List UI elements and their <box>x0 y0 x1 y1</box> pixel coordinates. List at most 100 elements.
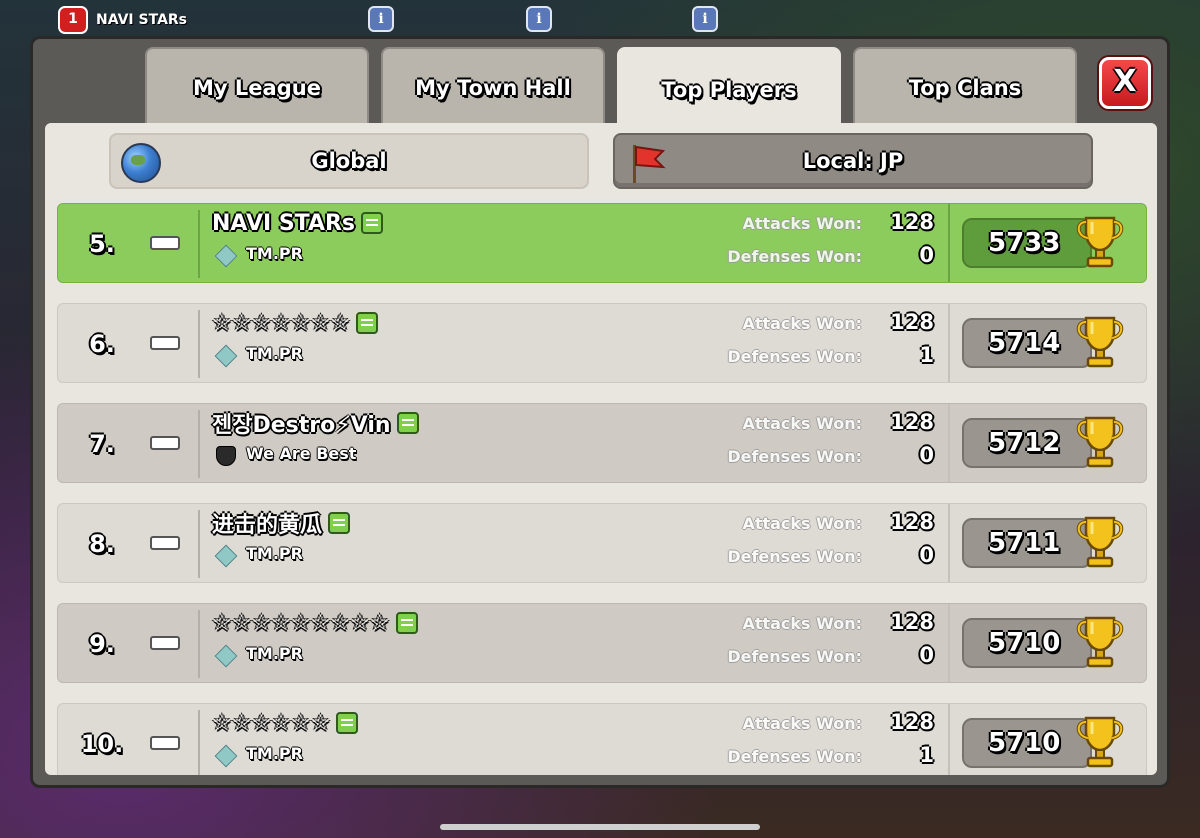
defenses-label: Defenses Won: <box>727 647 862 666</box>
local-filter-button[interactable]: Local: JP <box>613 133 1093 189</box>
info-icon[interactable]: i <box>368 6 394 32</box>
clan-badge-icon <box>214 344 238 368</box>
rank-change-icon <box>150 236 180 250</box>
player-row[interactable]: 9. ☆☆☆☆☆☆☆☆☆ TM.PR Attacks Won: Defenses… <box>57 603 1147 683</box>
rank-number: 8. <box>89 530 115 558</box>
divider <box>198 710 200 775</box>
player-row[interactable]: 5. NAVI STARs TM.PR Attacks Won: Defense… <box>57 203 1147 283</box>
chat-icon <box>361 212 384 234</box>
player-name-row: NAVI STARs <box>212 208 384 238</box>
local-filter-label: Local: JP <box>802 149 904 173</box>
defenses-won-value: 0 <box>919 243 934 267</box>
global-filter-button[interactable]: Global <box>109 133 589 189</box>
rank-change-icon <box>150 536 180 550</box>
rank-number: 6. <box>89 330 115 358</box>
chat-icon <box>395 612 418 634</box>
divider <box>948 404 950 482</box>
player-row[interactable]: 6. ☆☆☆☆☆☆☆ TM.PR Attacks Won: Defenses W… <box>57 303 1147 383</box>
rank-number: 7. <box>89 430 115 458</box>
player-name: ☆☆☆☆☆☆☆☆☆ <box>212 610 390 636</box>
tab-top-clans[interactable]: Top Clans <box>853 47 1077 127</box>
player-row[interactable]: 8. 进击的黄瓜 TM.PR Attacks Won: Defenses Won… <box>57 503 1147 583</box>
attacks-won-value: 128 <box>890 310 934 334</box>
close-button[interactable]: X <box>1099 57 1151 109</box>
tab-my-league[interactable]: My League <box>145 47 369 127</box>
top-player-name: NAVI STARs <box>96 12 188 28</box>
rank-number: 5. <box>89 230 115 258</box>
trophy-icon <box>1076 616 1124 668</box>
tab-my-town-hall[interactable]: My Town Hall <box>381 47 605 127</box>
player-row[interactable]: 7. 젠장Destro⚡Vin We Are Best Attacks Won:… <box>57 403 1147 483</box>
rank-change-icon <box>150 436 180 450</box>
clan-badge-icon <box>214 644 238 668</box>
attacks-won-value: 128 <box>890 510 934 534</box>
clan-name: TM.PR <box>246 644 303 663</box>
globe-icon <box>121 143 161 183</box>
attacks-won-value: 128 <box>890 210 934 234</box>
trophy-count-value: 5710 <box>988 628 1061 658</box>
divider <box>948 704 950 775</box>
clan-badge-icon <box>214 244 238 268</box>
attacks-label: Attacks Won: <box>742 414 862 433</box>
divider <box>948 304 950 382</box>
trophy-count-value: 5714 <box>988 328 1061 358</box>
trophy-icon <box>1076 316 1124 368</box>
chat-icon <box>336 712 359 734</box>
clan-name: TM.PR <box>246 544 303 563</box>
divider <box>198 610 200 678</box>
defenses-won-value: 0 <box>919 643 934 667</box>
player-name-row: 젠장Destro⚡Vin <box>212 408 419 438</box>
home-indicator[interactable] <box>440 824 760 830</box>
trophy-icon <box>1076 516 1124 568</box>
attacks-label: Attacks Won: <box>742 614 862 633</box>
attacks-label: Attacks Won: <box>742 714 862 733</box>
info-icon[interactable]: i <box>692 6 718 32</box>
chat-icon <box>396 412 419 434</box>
defenses-won-value: 0 <box>919 443 934 467</box>
notification-badge[interactable]: 1 <box>58 6 88 34</box>
clan-badge-icon <box>216 446 236 466</box>
clan-badge-icon <box>214 744 238 768</box>
divider <box>198 410 200 478</box>
player-name-row: ☆☆☆☆☆☆☆ <box>212 308 379 338</box>
clan-name: We Are Best <box>246 444 357 463</box>
flag-icon <box>633 145 666 183</box>
player-name: ☆☆☆☆☆☆☆ <box>212 310 351 336</box>
player-name-row: ☆☆☆☆☆☆ <box>212 708 359 738</box>
rank-number: 9. <box>89 630 115 658</box>
info-icon[interactable]: i <box>526 6 552 32</box>
trophy-count-value: 5710 <box>988 728 1061 758</box>
clan-name: TM.PR <box>246 344 303 363</box>
divider <box>948 604 950 682</box>
defenses-label: Defenses Won: <box>727 347 862 366</box>
player-name: 进击的黄瓜 <box>212 513 323 538</box>
rank-change-icon <box>150 636 180 650</box>
player-row[interactable]: 10. ☆☆☆☆☆☆ TM.PR Attacks Won: Defenses W… <box>57 703 1147 775</box>
player-name-row: 进击的黄瓜 <box>212 508 351 538</box>
rankings-list: Global Local: JP 5. NAVI STARs TM.PR Att… <box>45 123 1157 775</box>
defenses-won-value: 1 <box>919 343 934 367</box>
tab-top-players[interactable]: Top Players <box>617 47 841 131</box>
player-name: ☆☆☆☆☆☆ <box>212 710 331 736</box>
top-status-bar: 1 NAVI STARs i i i <box>0 0 1200 36</box>
attacks-won-value: 128 <box>890 710 934 734</box>
rank-change-icon <box>150 736 180 750</box>
attacks-won-value: 128 <box>890 610 934 634</box>
trophy-icon <box>1076 216 1124 268</box>
trophy-count-value: 5712 <box>988 428 1061 458</box>
chat-icon <box>328 512 351 534</box>
divider <box>198 510 200 578</box>
divider <box>198 310 200 378</box>
player-name-row: ☆☆☆☆☆☆☆☆☆ <box>212 608 418 638</box>
clan-name: TM.PR <box>246 244 303 263</box>
leaderboard-panel: My League My Town Hall Top Players Top C… <box>30 36 1170 788</box>
rank-number: 10. <box>80 730 124 758</box>
defenses-won-value: 1 <box>919 743 934 767</box>
attacks-label: Attacks Won: <box>742 314 862 333</box>
attacks-label: Attacks Won: <box>742 214 862 233</box>
rank-change-icon <box>150 336 180 350</box>
defenses-label: Defenses Won: <box>727 247 862 266</box>
defenses-label: Defenses Won: <box>727 747 862 766</box>
trophy-count-value: 5711 <box>988 528 1061 558</box>
player-name: 젠장Destro⚡Vin <box>212 413 391 438</box>
